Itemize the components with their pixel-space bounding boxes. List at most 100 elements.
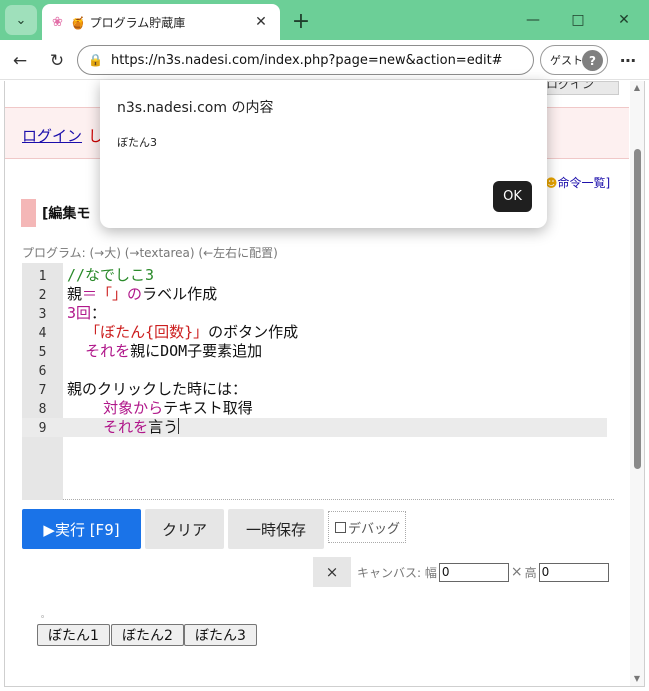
line-number: 2 — [38, 288, 47, 303]
code-token: ＝ — [82, 285, 98, 303]
run-button[interactable]: ▶実行 [F9] — [22, 509, 141, 549]
output-dot: 。 — [41, 610, 49, 619]
edit-mode-label: [編集モ — [42, 206, 91, 222]
line-number: 4 — [38, 326, 47, 341]
code-token: 親 — [67, 285, 83, 303]
output-button-3[interactable]: ぼたん3 — [184, 624, 257, 646]
line-number: 7 — [38, 383, 47, 398]
output-button-1[interactable]: ぼたん1 — [37, 624, 110, 646]
code-text[interactable]: 「ぼたん{回数}」のボタン作成 — [67, 323, 298, 342]
clear-button[interactable]: クリア — [145, 509, 224, 549]
command-list-bracket: ] — [605, 176, 611, 190]
code-token: それを — [103, 418, 149, 436]
code-token: //なでしこ3 — [67, 266, 155, 284]
line-number: 5 — [38, 345, 47, 360]
close-output-button[interactable]: × — [313, 557, 351, 587]
code-text[interactable]: 親＝「」のラベル作成 — [67, 285, 217, 304]
edit-mode-heading: [編集モ — [21, 199, 90, 227]
tab-strip: ⌄ ❀ 🍯 プログラム貯蔵庫 ✕ + — □ ✕ — [0, 0, 649, 40]
code-token: ラベル作成 — [142, 285, 218, 303]
notice-login-link[interactable]: ログイン — [22, 125, 82, 146]
code-text[interactable]: 親のクリックした時には： — [67, 380, 247, 399]
code-token: 親にDOM子要素追加 — [130, 342, 263, 360]
times-symbol: × — [510, 564, 523, 580]
line-number: 3 — [38, 307, 47, 322]
code-line[interactable]: 2 親＝「」のラベル作成 — [22, 285, 607, 304]
code-line[interactable]: 9 それを言う — [22, 418, 607, 437]
browser-tab[interactable]: ❀ 🍯 プログラム貯蔵庫 ✕ — [42, 4, 280, 40]
scrollbar-thumb[interactable] — [634, 149, 641, 469]
code-editor[interactable]: 1//なでしこ3 2 親＝「」のラベル作成 3 3回： 4 「ぼたん{回数}」のボタン作成… — [22, 263, 614, 500]
minimize-icon[interactable]: — — [513, 8, 553, 32]
code-line[interactable]: 6 — [22, 361, 607, 380]
new-tab-button[interactable]: + — [288, 8, 314, 34]
code-line[interactable]: 7 親のクリックした時には： — [22, 380, 607, 399]
code-text[interactable]: 対象からテキスト取得 — [67, 399, 253, 418]
page-scrollbar[interactable]: ▲ ▼ — [630, 81, 644, 686]
line-number: 1 — [38, 269, 47, 284]
code-text[interactable]: それを親にDOM子要素追加 — [67, 342, 262, 361]
code-token: テキスト取得 — [163, 399, 253, 417]
code-token: 親のクリックした時には： — [67, 380, 248, 398]
browser-toolbar: ← ↻ 🔒 https://n3s.nadesi.com/index.php?p… — [0, 40, 649, 80]
profile-button[interactable]: ゲスト ? — [540, 45, 608, 75]
tab-search-button[interactable]: ⌄ — [5, 5, 37, 35]
tab-title: 🍯 プログラム貯蔵庫 — [70, 15, 186, 30]
canvas-height-input[interactable]: 0 — [538, 562, 609, 582]
code-line[interactable]: 3 3回： — [22, 304, 607, 323]
code-text[interactable]: それを言う — [67, 418, 180, 437]
alert-dialog: n3s.nadesi.com の内容 ぼたん3 OK — [100, 80, 547, 228]
code-token: 「ぼたん{回数}」 — [85, 323, 209, 341]
dialog-title: n3s.nadesi.com の内容 — [117, 100, 274, 116]
code-text[interactable]: 3回： — [67, 304, 106, 323]
address-bar[interactable]: 🔒 https://n3s.nadesi.com/index.php?page=… — [77, 45, 534, 75]
code-text[interactable]: //なでしこ3 — [67, 266, 154, 285]
guest-avatar-icon: ? — [582, 50, 603, 71]
code-token: のボタン作成 — [208, 323, 299, 341]
close-tab-icon[interactable]: ✕ — [252, 14, 270, 30]
code-token: それを — [85, 342, 131, 360]
ok-button[interactable]: OK — [493, 181, 532, 212]
text-cursor — [178, 418, 180, 434]
profile-label: ゲスト — [550, 54, 583, 67]
chevron-down-icon: ⌄ — [15, 12, 27, 28]
code-line[interactable]: 4 「ぼたん{回数}」のボタン作成 — [22, 323, 607, 342]
url-text[interactable]: https://n3s.nadesi.com/index.php?page=ne… — [111, 53, 503, 68]
more-menu-icon[interactable]: ⋯ — [616, 48, 640, 72]
code-line[interactable]: 1 //なでしこ3 — [22, 266, 607, 285]
back-arrow-icon[interactable]: ← — [7, 48, 33, 74]
canvas-size-row: × キャンバス: 幅 0 × 高 0 — [313, 557, 609, 587]
reload-icon[interactable]: ↻ — [44, 48, 70, 74]
code-token: 対象から — [103, 399, 164, 417]
code-token: ： — [91, 304, 107, 322]
close-window-icon[interactable]: ✕ — [604, 8, 644, 32]
canvas-width-input[interactable]: 0 — [438, 562, 509, 582]
command-list-link[interactable]: ☻命令一覧] — [545, 174, 610, 191]
lock-icon[interactable]: 🔒 — [88, 53, 103, 67]
code-token: の — [127, 285, 143, 303]
canvas-height-label: 高 — [524, 565, 537, 580]
code-line[interactable]: 5 それを親にDOM子要素追加 — [22, 342, 607, 361]
line-number: 6 — [38, 364, 47, 379]
temp-save-button[interactable]: 一時保存 — [228, 509, 324, 549]
code-token: 「」 — [97, 285, 128, 303]
flower-icon: ❀ — [52, 14, 63, 30]
scroll-up-arrow-icon[interactable]: ▲ — [630, 81, 644, 95]
debug-toggle[interactable]: デバッグ — [328, 511, 406, 543]
maximize-icon[interactable]: □ — [558, 8, 598, 32]
command-list-label[interactable]: 命令一覧 — [558, 176, 606, 190]
program-label[interactable]: プログラム: (→大) (→textarea) (←左右に配置) — [22, 244, 278, 261]
scroll-down-arrow-icon[interactable]: ▼ — [630, 672, 644, 686]
output-button-2[interactable]: ぼたん2 — [111, 624, 184, 646]
line-number: 8 — [38, 402, 47, 417]
heading-marker — [21, 199, 36, 227]
line-number: 9 — [38, 421, 47, 436]
code-line[interactable]: 8 対象からテキスト取得 — [22, 399, 607, 418]
code-token: 言う — [148, 418, 179, 436]
login-button[interactable]: ログイン — [535, 81, 619, 95]
debug-checkbox[interactable] — [335, 521, 346, 533]
dialog-message: ぼたん3 — [117, 136, 157, 149]
